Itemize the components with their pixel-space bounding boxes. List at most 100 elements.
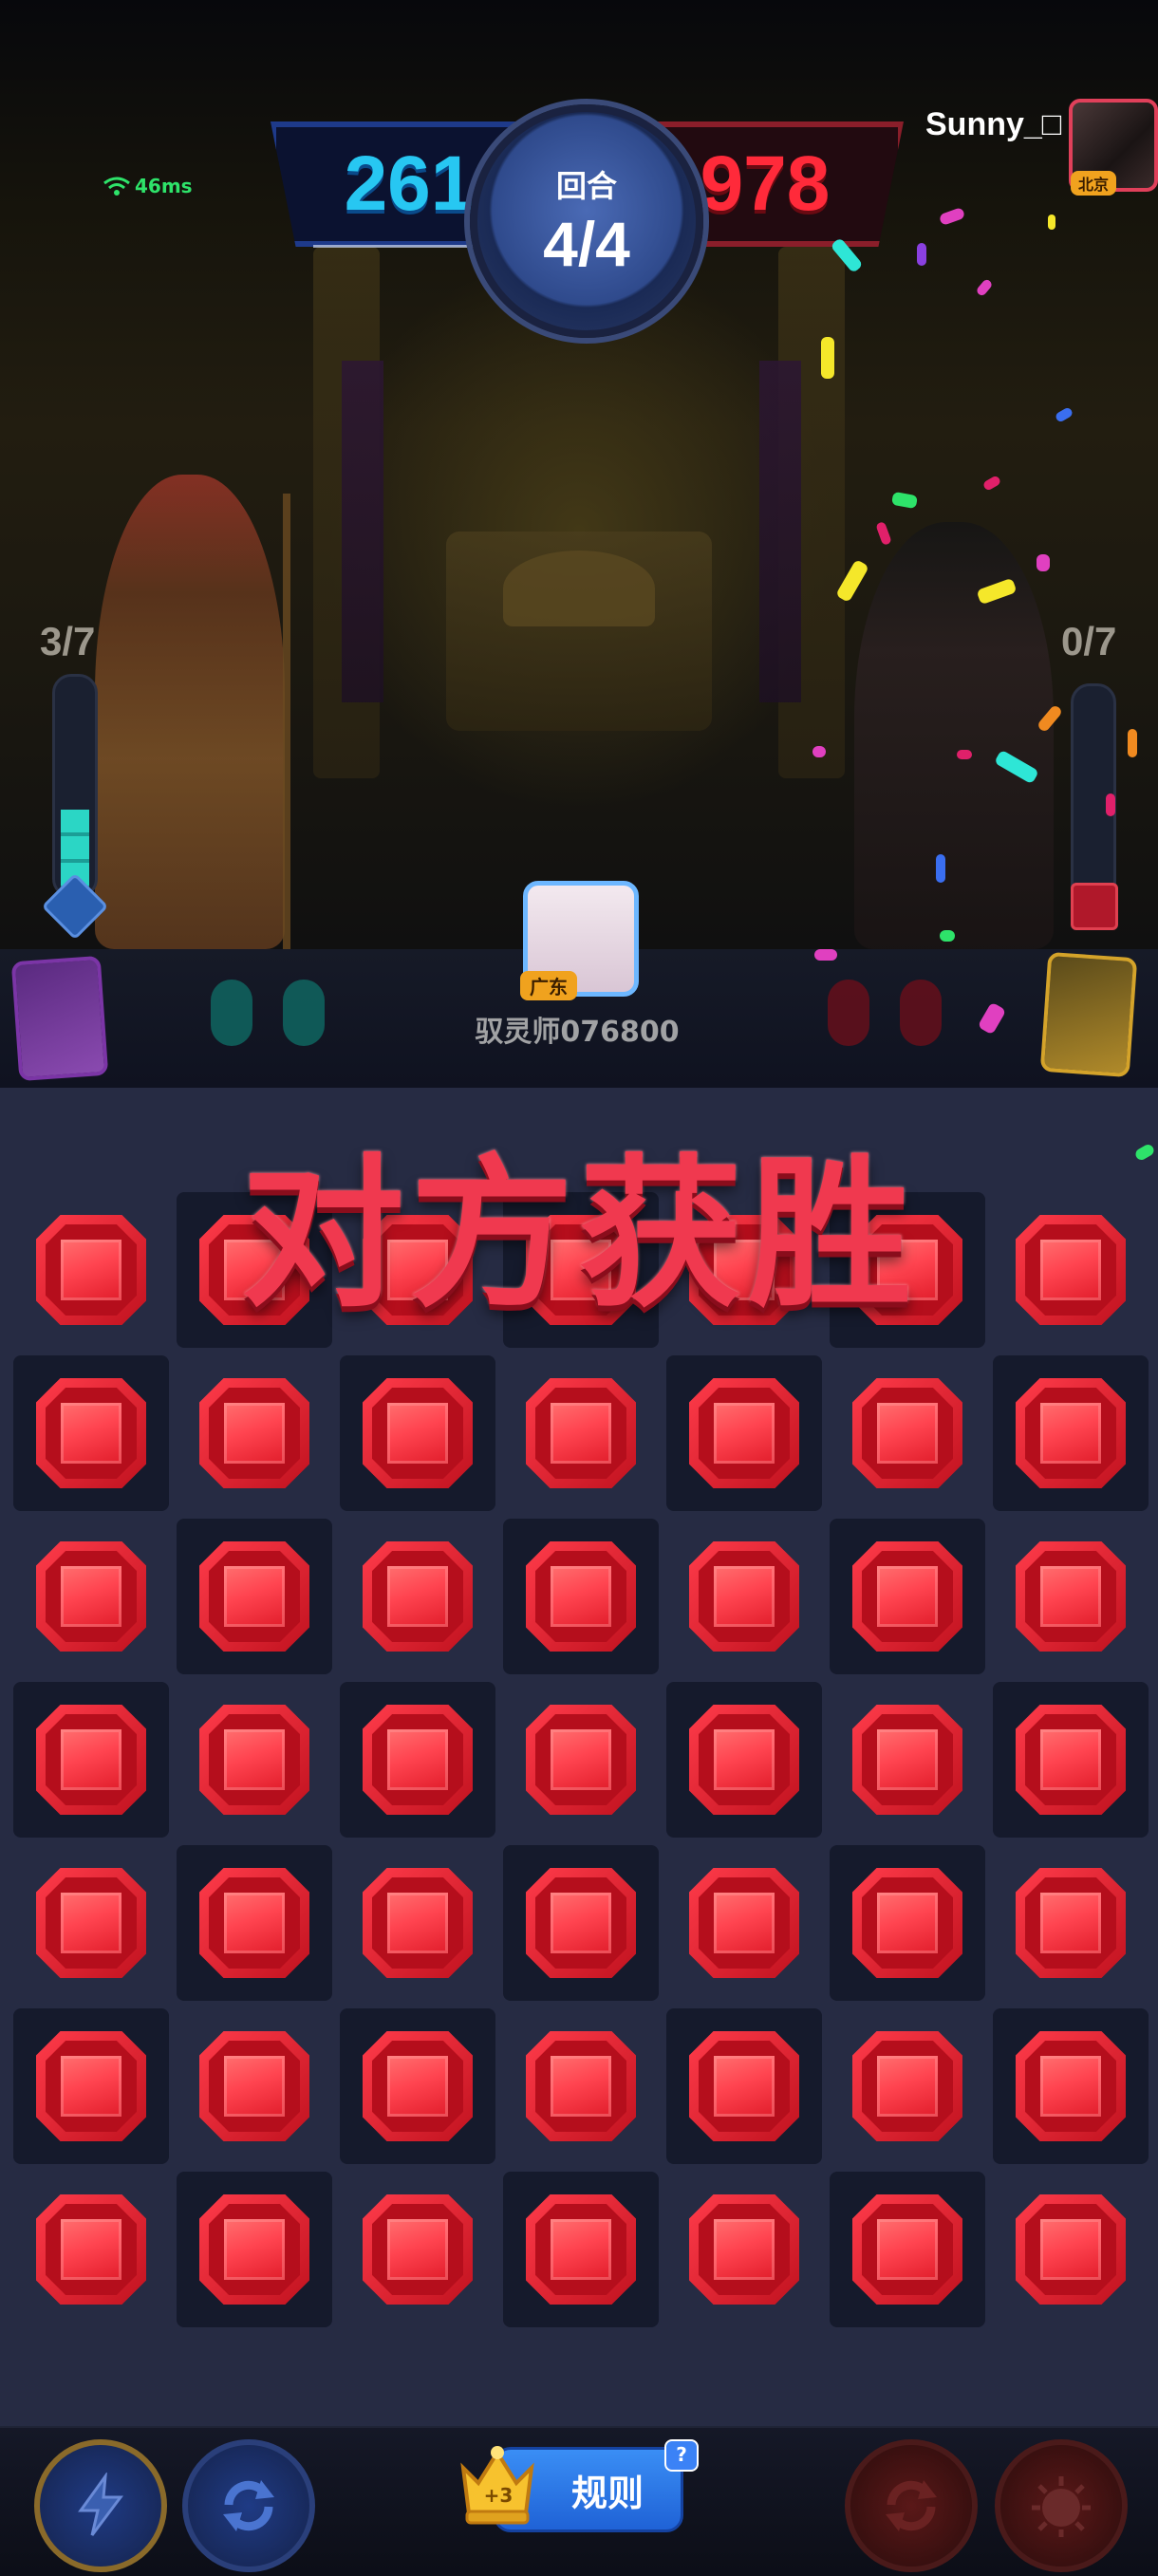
board-cell[interactable] bbox=[666, 2172, 822, 2327]
board-cell[interactable] bbox=[340, 1519, 495, 1674]
red-gem-icon bbox=[36, 2194, 146, 2305]
red-gem-icon bbox=[526, 1868, 636, 1978]
center-player-name: 驭灵师076800 bbox=[475, 1016, 680, 1049]
red-gem-icon bbox=[526, 1541, 636, 1652]
red-gem-icon bbox=[526, 1378, 636, 1488]
red-gem-icon bbox=[1016, 1541, 1126, 1652]
round-value: 4/4 bbox=[543, 209, 630, 279]
opponent-refresh-icon bbox=[886, 2480, 937, 2531]
board-cell[interactable] bbox=[177, 2172, 332, 2327]
rules-label: 规则 bbox=[570, 2472, 644, 2514]
player-hero bbox=[95, 475, 285, 949]
board-cell[interactable] bbox=[13, 1682, 169, 1838]
lightning-icon bbox=[78, 2473, 123, 2536]
board-cell[interactable] bbox=[993, 1845, 1149, 2001]
opponent-bomb-skill bbox=[995, 2439, 1128, 2572]
red-gem-icon bbox=[852, 1378, 962, 1488]
board-cell[interactable] bbox=[830, 1519, 985, 1674]
board-cell[interactable] bbox=[340, 1845, 495, 2001]
red-gem-icon bbox=[1016, 2194, 1126, 2305]
board-cell[interactable] bbox=[177, 1519, 332, 1674]
player-energy-meter bbox=[52, 674, 98, 898]
red-gem-icon bbox=[199, 1705, 309, 1815]
round-indicator: 回合 4/4 bbox=[470, 104, 703, 338]
board-cell[interactable] bbox=[177, 1682, 332, 1838]
opponent-bomb-icon bbox=[1032, 2476, 1091, 2537]
refresh-skill-button[interactable] bbox=[182, 2439, 315, 2572]
board-cell[interactable] bbox=[993, 1519, 1149, 1674]
red-gem-icon bbox=[689, 1541, 799, 1652]
red-gem-icon bbox=[852, 1868, 962, 1978]
board-cell[interactable] bbox=[666, 1519, 822, 1674]
red-gem-icon bbox=[1016, 1705, 1126, 1815]
red-gem-icon bbox=[36, 1541, 146, 1652]
latency-text: 46ms bbox=[135, 175, 193, 197]
board-cell[interactable] bbox=[13, 2008, 169, 2164]
help-badge[interactable]: ? bbox=[664, 2439, 699, 2472]
red-gem-icon bbox=[689, 2031, 799, 2141]
red-gem-icon bbox=[199, 1868, 309, 1978]
board-cell[interactable] bbox=[13, 1519, 169, 1674]
board-cell[interactable] bbox=[177, 1355, 332, 1511]
red-gem-icon bbox=[526, 2031, 636, 2141]
red-gem-icon bbox=[852, 1541, 962, 1652]
score-underline bbox=[313, 245, 475, 248]
lightning-skill-button[interactable] bbox=[34, 2439, 167, 2572]
temple-banner bbox=[759, 361, 801, 702]
board-cell[interactable] bbox=[503, 1845, 659, 2001]
red-gem-icon bbox=[689, 2194, 799, 2305]
board-cell[interactable] bbox=[13, 1845, 169, 2001]
board-cell[interactable] bbox=[177, 1845, 332, 2001]
opponent-energy-meter bbox=[1071, 683, 1116, 907]
board-cell[interactable] bbox=[13, 2172, 169, 2327]
board-cell[interactable] bbox=[830, 2172, 985, 2327]
board-cell[interactable] bbox=[503, 1682, 659, 1838]
red-gem-icon bbox=[36, 1378, 146, 1488]
board-cell[interactable] bbox=[340, 2172, 495, 2327]
wifi-icon bbox=[103, 177, 130, 196]
board-cell[interactable] bbox=[666, 1682, 822, 1838]
temple-banner bbox=[342, 361, 383, 702]
board-cell[interactable] bbox=[993, 1355, 1149, 1511]
board-cell[interactable] bbox=[340, 1682, 495, 1838]
crown-count: +3 bbox=[483, 2484, 514, 2507]
board-cell[interactable] bbox=[503, 2172, 659, 2327]
player-hero-card[interactable] bbox=[10, 955, 109, 1082]
board-cell[interactable] bbox=[666, 1845, 822, 2001]
board-cell[interactable] bbox=[830, 1845, 985, 2001]
gem-grid bbox=[13, 1192, 1149, 2327]
red-gem-icon bbox=[689, 1705, 799, 1815]
board-cell[interactable] bbox=[340, 2008, 495, 2164]
board-cell[interactable] bbox=[666, 2008, 822, 2164]
board-cell[interactable] bbox=[503, 2008, 659, 2164]
red-gem-icon bbox=[36, 2031, 146, 2141]
red-gem-icon bbox=[526, 1705, 636, 1815]
red-gem-icon bbox=[852, 1705, 962, 1815]
board-cell[interactable] bbox=[503, 1519, 659, 1674]
player-energy-label: 3/7 bbox=[40, 619, 96, 663]
opponent-region-badge: 北京 bbox=[1071, 171, 1117, 196]
board-cell[interactable] bbox=[13, 1355, 169, 1511]
refresh-icon bbox=[223, 2480, 274, 2531]
red-gem-icon bbox=[1016, 2031, 1126, 2141]
board-cell[interactable] bbox=[993, 1682, 1149, 1838]
red-gem-icon bbox=[526, 2194, 636, 2305]
red-gem-icon bbox=[363, 1705, 473, 1815]
board-cell[interactable] bbox=[830, 2008, 985, 2164]
red-gem-icon bbox=[199, 2194, 309, 2305]
board-cell[interactable] bbox=[503, 1355, 659, 1511]
board-cell[interactable] bbox=[340, 1355, 495, 1511]
red-gem-icon bbox=[852, 2194, 962, 2305]
board-cell[interactable] bbox=[993, 2008, 1149, 2164]
opponent-refresh-skill bbox=[845, 2439, 978, 2572]
opponent-hero-card[interactable] bbox=[1039, 951, 1138, 1078]
board-cell[interactable] bbox=[993, 2172, 1149, 2327]
board-cell[interactable] bbox=[666, 1355, 822, 1511]
board-cell[interactable] bbox=[830, 1682, 985, 1838]
red-gem-icon bbox=[363, 1868, 473, 1978]
board-cell[interactable] bbox=[830, 1355, 985, 1511]
player-potion-slot bbox=[211, 980, 252, 1046]
opponent-potion-slot bbox=[828, 980, 869, 1046]
red-gem-icon bbox=[852, 2031, 962, 2141]
board-cell[interactable] bbox=[177, 2008, 332, 2164]
